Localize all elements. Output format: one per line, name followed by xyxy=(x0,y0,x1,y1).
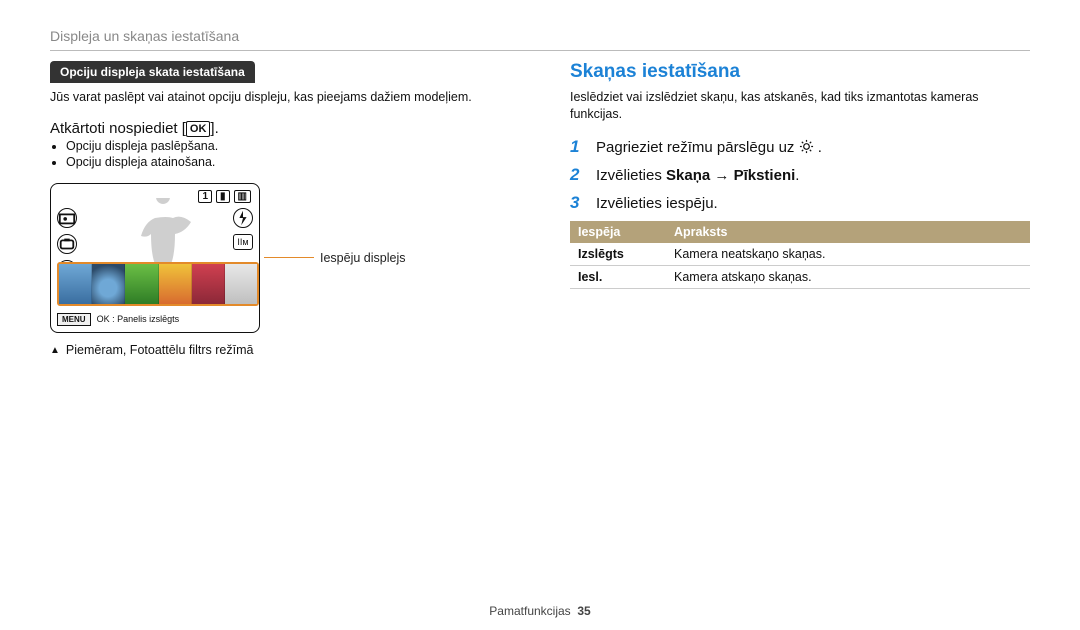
sd-card-icon: ▮ xyxy=(216,190,230,203)
step-text: . xyxy=(795,167,799,184)
repeat-press-prefix: Atkārtoti nospiediet [ xyxy=(50,120,186,137)
step-text: . xyxy=(818,139,822,156)
step-bold-text: Skaņa xyxy=(666,167,710,184)
footer-label: Pamatfunkcijas xyxy=(489,604,570,618)
camera-mode-icon xyxy=(57,234,77,254)
table-header: Apraksts xyxy=(666,221,1030,243)
resolution-icon: IIм xyxy=(233,234,253,250)
list-item: Opciju displeja atainošana. xyxy=(66,155,510,169)
filter-thumbnail xyxy=(92,264,125,304)
left-pill-heading: Opciju displeja skata iestatīšana xyxy=(50,61,255,83)
menu-button-label: MENU xyxy=(57,313,91,326)
repeat-press-instruction: Atkārtoti nospiediet [OK]. xyxy=(50,120,510,137)
sound-settings-title: Skaņas iestatīšana xyxy=(570,61,1030,83)
filter-thumbnail xyxy=(125,264,158,304)
table-row: Izslēgts Kamera neatskaņo skaņas. xyxy=(570,243,1030,266)
ok-panel-status-text: OK : Panelis izslēgts xyxy=(97,314,180,324)
step-number: 1 xyxy=(570,137,586,157)
triangle-up-icon: ▲ xyxy=(50,345,60,356)
right-column: Skaņas iestatīšana Ieslēdziet vai izslēd… xyxy=(570,61,1030,357)
person-silhouette-icon xyxy=(133,198,193,268)
step-text: Izvēlieties iespēju. xyxy=(596,195,718,212)
ok-key-icon: OK xyxy=(186,121,211,137)
gear-icon xyxy=(799,139,814,154)
step-text: Pagrieziet režīmu pārslēgu uz xyxy=(596,139,799,156)
step-item: 1 Pagrieziet režīmu pārslēgu uz . xyxy=(570,137,1030,157)
list-item: Opciju displeja paslēpšana. xyxy=(66,139,510,153)
option-key: Izslēgts xyxy=(570,243,666,266)
flash-icon xyxy=(233,208,253,228)
right-intro-text: Ieslēdziet vai izslēdziet skaņu, kas ats… xyxy=(570,89,1030,123)
battery-icon: ▥ xyxy=(234,190,251,203)
page-section-title: Displeja un skaņas iestatīšana xyxy=(50,28,1030,51)
left-bullet-list: Opciju displeja paslēpšana. Opciju displ… xyxy=(54,139,510,169)
table-header-row: Iespēja Apraksts xyxy=(570,221,1030,243)
step-bold-text: Pīkstieni xyxy=(734,167,796,184)
option-description: Kamera atskaņo skaņas. xyxy=(666,265,1030,288)
camera-screen-mock: 1 ▮ ▥ xyxy=(50,183,260,333)
step-number: 3 xyxy=(570,193,586,213)
step-text: Izvēlieties xyxy=(596,167,666,184)
filter-thumbnail xyxy=(192,264,225,304)
left-column: Opciju displeja skata iestatīšana Jūs va… xyxy=(50,61,510,357)
option-key: Iesl. xyxy=(570,265,666,288)
shot-count-badge: 1 xyxy=(198,190,212,203)
filter-thumbnail xyxy=(225,264,257,304)
step-item: 2 Izvēlieties Skaņa → Pīkstieni. xyxy=(570,165,1030,185)
example-caption: Piemēram, Fotoattēlu filtrs režīmā xyxy=(66,343,254,357)
footer-page-number: 35 xyxy=(577,604,590,618)
repeat-press-suffix: ]. xyxy=(210,120,218,137)
filter-thumbnail-strip xyxy=(57,262,259,306)
filter-thumbnail xyxy=(59,264,92,304)
leader-label: Iespēju displejs xyxy=(264,251,405,265)
step-number: 2 xyxy=(570,165,586,185)
step-item: 3 Izvēlieties iespēju. xyxy=(570,193,1030,213)
table-header: Iespēja xyxy=(570,221,666,243)
page-footer: Pamatfunkcijas 35 xyxy=(0,604,1080,618)
option-description: Kamera neatskaņo skaņas. xyxy=(666,243,1030,266)
step-arrow: → xyxy=(710,167,733,184)
table-row: Iesl. Kamera atskaņo skaņas. xyxy=(570,265,1030,288)
steps-list: 1 Pagrieziet režīmu pārslēgu uz . 2 Izvē… xyxy=(570,137,1030,213)
picture-mode-icon xyxy=(57,208,77,228)
options-table: Iespēja Apraksts Izslēgts Kamera neatska… xyxy=(570,221,1030,289)
filter-thumbnail xyxy=(159,264,192,304)
left-intro-text: Jūs varat paslēpt vai atainot opciju dis… xyxy=(50,89,510,106)
